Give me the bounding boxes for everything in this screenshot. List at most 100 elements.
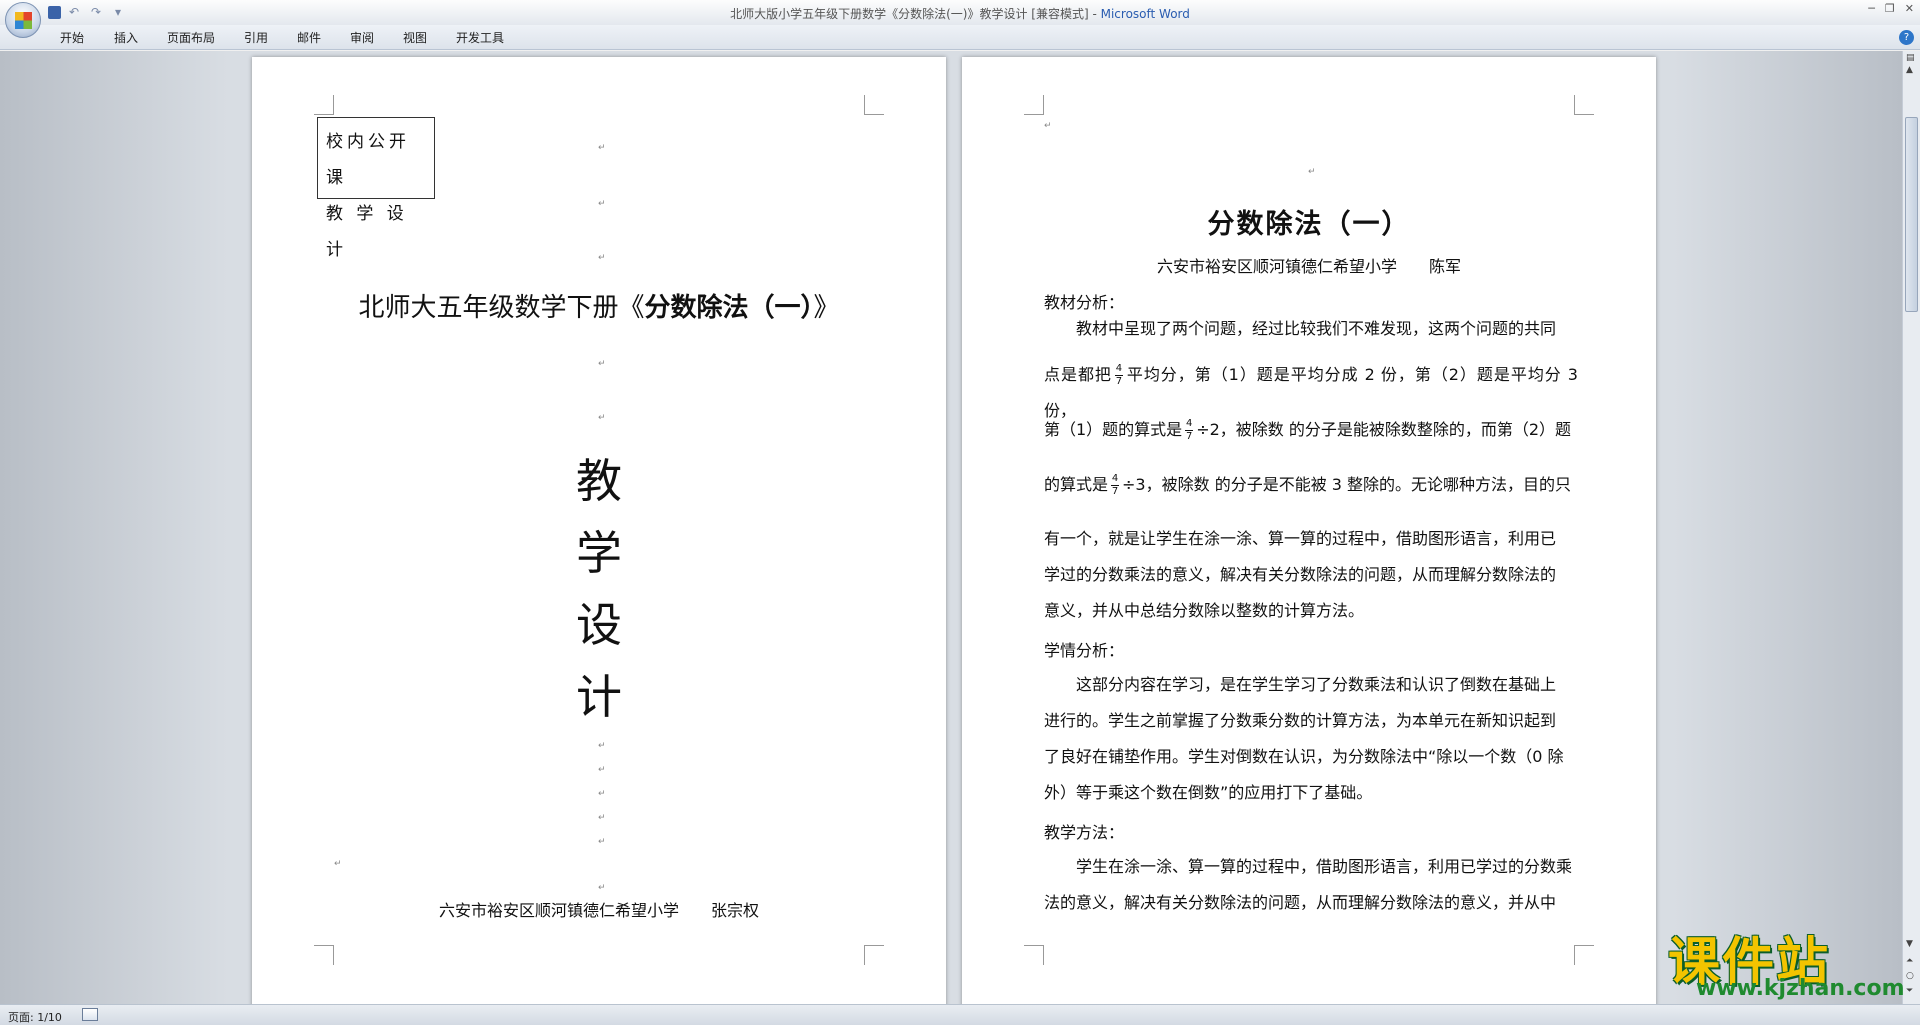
fraction: 47 bbox=[1111, 473, 1120, 497]
paragraph-line: 意义，并从中总结分数除以整数的计算方法。 bbox=[1044, 601, 1365, 620]
watermark-url: www.kjzhan.com bbox=[1696, 976, 1905, 1001]
crop-mark bbox=[1024, 945, 1044, 965]
paragraph-mark: ↵ bbox=[598, 413, 606, 423]
fraction-numerator: 4 bbox=[1111, 473, 1119, 484]
document-title: 北师大版小学五年级下册数学《分数除法(一)》教学设计 [兼容模式] - bbox=[730, 7, 1101, 21]
paragraph-mark: ↵ bbox=[598, 837, 606, 847]
paragraph-mark: ↵ bbox=[598, 359, 606, 369]
tab-home[interactable]: 开始 bbox=[60, 29, 84, 46]
paragraph-line: 第（1）题的算式是 4 7 ÷2，被除数 的分子是能被除数整除的，而第（2）题 bbox=[1044, 412, 1578, 448]
text-segment: 第（1）题的算式是 bbox=[1044, 420, 1183, 439]
paragraph-mark: ↵ bbox=[598, 765, 606, 775]
tab-review[interactable]: 审阅 bbox=[350, 29, 374, 46]
paragraph-mark: ↵ bbox=[598, 741, 606, 751]
fraction-denominator: 7 bbox=[1111, 486, 1119, 497]
crop-mark bbox=[314, 945, 334, 965]
help-icon[interactable]: ? bbox=[1899, 30, 1914, 45]
previous-page-icon[interactable]: ⏶ bbox=[1906, 956, 1913, 966]
paragraph-mark: ↵ bbox=[1044, 121, 1052, 131]
text-segment: 的算式是 bbox=[1044, 475, 1109, 494]
paragraph-line: 这部分内容在学习，是在学生学习了分数乘法和认识了倒数在基础上 bbox=[1044, 675, 1557, 694]
scroll-down-icon[interactable]: ▼ bbox=[1906, 939, 1913, 949]
cover-school: 六安市裕安区顺河镇德仁希望小学 张宗权 bbox=[438, 901, 759, 920]
cover-title-suffix: 》 bbox=[813, 293, 840, 323]
paragraph-mark: ↵ bbox=[598, 199, 606, 209]
crop-mark bbox=[1024, 95, 1044, 115]
crop-mark bbox=[314, 95, 334, 115]
window-controls: ─ ❐ ✕ bbox=[1868, 2, 1914, 15]
page-number[interactable]: 页面: 1/10 bbox=[8, 1009, 62, 1025]
paragraph-mark: ↵ bbox=[1308, 167, 1316, 177]
tab-insert[interactable]: 插入 bbox=[114, 29, 138, 46]
fraction-numerator: 4 bbox=[1115, 363, 1123, 374]
big-char: 教 bbox=[576, 454, 622, 508]
title-bar: ↶ ↷ ▾ 北师大版小学五年级下册数学《分数除法(一)》教学设计 [兼容模式] … bbox=[0, 0, 1920, 38]
scrollbar-thumb[interactable] bbox=[1905, 117, 1918, 312]
next-page-icon[interactable]: ⏷ bbox=[1906, 986, 1913, 996]
text-segment: 点是都把 bbox=[1044, 365, 1112, 384]
paragraph-mark: ↵ bbox=[334, 859, 342, 869]
crop-mark bbox=[864, 945, 884, 965]
select-browse-object-icon[interactable]: ○ bbox=[1906, 971, 1914, 981]
crop-mark bbox=[1574, 945, 1594, 965]
cover-title-prefix: 北师大五年级数学下册《 bbox=[358, 293, 645, 323]
window-title: 北师大版小学五年级下册数学《分数除法(一)》教学设计 [兼容模式] - Micr… bbox=[0, 5, 1920, 22]
page-content[interactable]: ↵ ↵ 分数除法（一） 六安市裕安区顺河镇德仁希望小学 陈军 教材分析： 教材中… bbox=[962, 57, 1656, 1017]
site-watermark: 课件站 www.kjzhan.com bbox=[1668, 920, 1905, 1004]
close-icon[interactable]: ✕ bbox=[1905, 2, 1914, 15]
tab-developer[interactable]: 开发工具 bbox=[456, 29, 504, 46]
paragraph-line: 学生在涂一涂、算一算的过程中，借助图形语言，利用已学过的分数乘 bbox=[1044, 857, 1573, 876]
page-cover[interactable]: 校内公开课 教 学 设 计 ↵ ↵ ↵ 北师大五年级数学下册《分数除法（一）》 … bbox=[252, 57, 946, 1017]
paragraph-mark: ↵ bbox=[598, 253, 606, 263]
paragraph-mark: ↵ bbox=[598, 813, 606, 823]
fraction-denominator: 7 bbox=[1115, 376, 1123, 387]
stamp-line: 校内公开课 bbox=[326, 132, 410, 188]
lesson-author: 六安市裕安区顺河镇德仁希望小学 陈军 bbox=[1156, 257, 1461, 276]
status-bar: 页面: 1/10 bbox=[0, 1004, 1920, 1025]
proofing-icon[interactable] bbox=[82, 1008, 98, 1021]
paragraph-line: 学过的分数乘法的意义，解决有关分数除法的问题，从而理解分数除法的 bbox=[1044, 565, 1557, 584]
paragraph-mark: ↵ bbox=[598, 789, 606, 799]
big-char: 设 bbox=[576, 598, 622, 652]
document-workspace: 校内公开课 教 学 设 计 ↵ ↵ ↵ 北师大五年级数学下册《分数除法（一）》 … bbox=[0, 51, 1902, 1017]
crop-mark bbox=[864, 95, 884, 115]
tab-references[interactable]: 引用 bbox=[244, 29, 268, 46]
ribbon-tabs: 开始 插入 页面布局 引用 邮件 审阅 视图 开发工具 ? bbox=[0, 25, 1920, 50]
lesson-title: 分数除法（一） bbox=[1207, 209, 1411, 240]
restore-icon[interactable]: ❐ bbox=[1885, 2, 1895, 15]
paragraph-line: 的算式是 4 7 ÷3，被除数 的分子是不能被 3 整除的。无论哪种方法，目的只 bbox=[1044, 467, 1578, 503]
office-logo-icon bbox=[15, 12, 32, 29]
fraction-numerator: 4 bbox=[1186, 418, 1193, 429]
paragraph-mark: ↵ bbox=[598, 883, 606, 893]
tab-page-layout[interactable]: 页面布局 bbox=[167, 29, 215, 46]
fraction: 47 bbox=[1185, 418, 1194, 442]
section-heading: 教材分析： bbox=[1044, 293, 1125, 312]
paragraph-line: 外）等于乘这个数在倒数”的应用打下了基础。 bbox=[1044, 783, 1373, 802]
text-segment: ÷2，被除数 的分子是能被除数整除的，而第（2）题 bbox=[1196, 420, 1572, 439]
cover-title-bold: 分数除法（一） bbox=[644, 293, 814, 323]
tab-mailings[interactable]: 邮件 bbox=[297, 29, 321, 46]
paragraph-line: 有一个，就是让学生在涂一涂、算一算的过程中，借助图形语言，利用已 bbox=[1044, 529, 1557, 548]
big-char: 计 bbox=[576, 670, 622, 724]
text-segment: ÷3，被除数 的分子是不能被 3 整除的。无论哪种方法，目的只 bbox=[1122, 475, 1572, 494]
paragraph-line: 了良好在铺垫作用。学生对倒数在认识，为分数除法中“除以一个数（0 除 bbox=[1044, 747, 1564, 766]
stamp-line: 教 学 设 计 bbox=[326, 204, 408, 260]
paragraph-mark: ↵ bbox=[598, 143, 606, 153]
vertical-scrollbar[interactable]: ▤ ▲ ▼ ⏶ ○ ⏷ bbox=[1902, 51, 1920, 1004]
paragraph-line: 教材中呈现了两个问题，经过比较我们不难发现，这两个问题的共同 bbox=[1044, 319, 1557, 338]
paragraph-line: 进行的。学生之前掌握了分数乘分数的计算方法，为本单元在新知识起到 bbox=[1044, 711, 1557, 730]
tab-view[interactable]: 视图 bbox=[403, 29, 427, 46]
office-button[interactable] bbox=[5, 2, 41, 38]
section-heading: 学情分析： bbox=[1044, 641, 1125, 660]
minimize-icon[interactable]: ─ bbox=[1868, 2, 1875, 15]
scroll-up-icon[interactable]: ▲ bbox=[1906, 65, 1913, 75]
ruler-toggle-icon[interactable]: ▤ bbox=[1906, 53, 1915, 63]
fraction-denominator: 7 bbox=[1186, 431, 1193, 442]
crop-mark bbox=[1574, 95, 1594, 115]
cover-title: 北师大五年级数学下册《分数除法（一）》 bbox=[252, 287, 946, 324]
paragraph-line: 法的意义，解决有关分数除法的问题，从而理解分数除法的意义，并从中 bbox=[1044, 893, 1557, 912]
app-name: Microsoft Word bbox=[1100, 7, 1190, 21]
open-class-box: 校内公开课 教 学 设 计 bbox=[317, 117, 435, 260]
big-char: 学 bbox=[576, 526, 622, 580]
fraction: 47 bbox=[1114, 363, 1123, 387]
